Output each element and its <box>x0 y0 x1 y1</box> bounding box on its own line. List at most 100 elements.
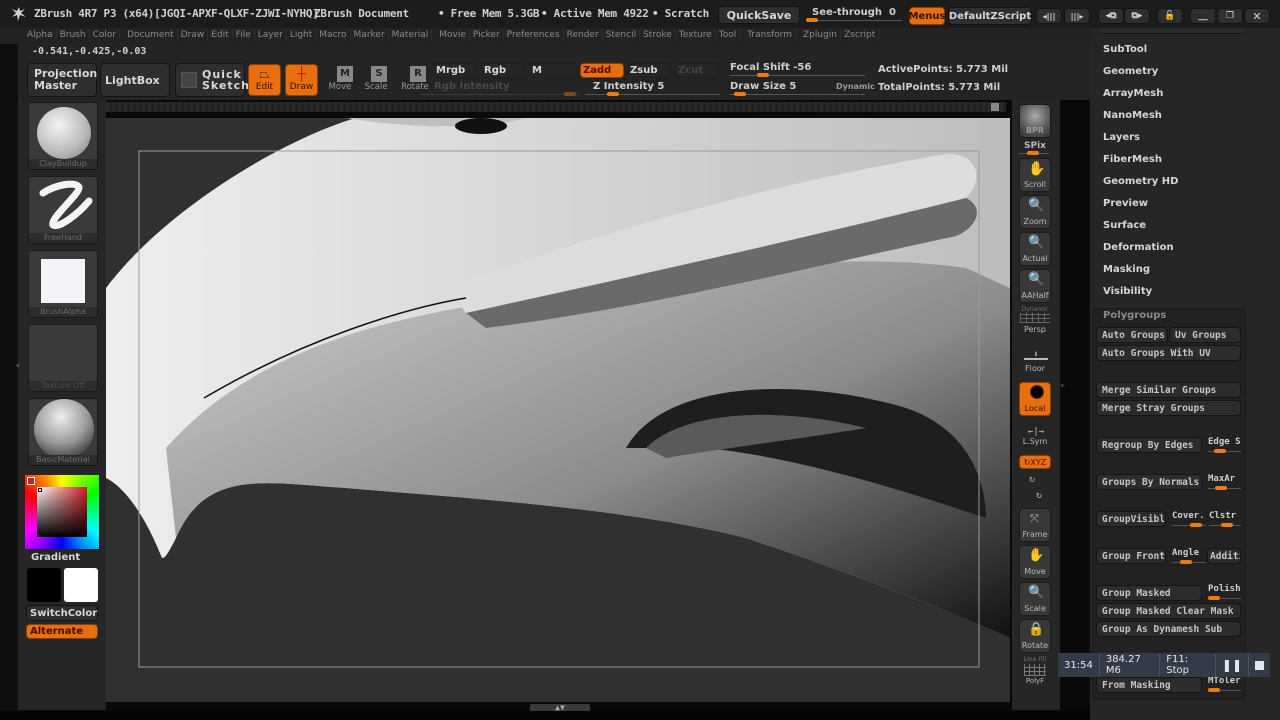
edge-slider-knob[interactable] <box>1214 449 1226 453</box>
menu-light[interactable]: Light <box>287 29 317 41</box>
tray-visibility[interactable]: Visibility <box>1103 286 1152 297</box>
group-front-button[interactable]: Group Front <box>1096 548 1166 564</box>
z-intensity-knob[interactable] <box>607 92 619 96</box>
tray-fibermesh[interactable]: FiberMesh <box>1103 154 1162 165</box>
left-tray-toggle-icon[interactable]: ◂ <box>14 360 20 371</box>
aahalf-button[interactable]: 🔍 AAHalf <box>1019 269 1051 303</box>
menu-zplugin[interactable]: Zplugin <box>800 29 842 41</box>
lock-icon[interactable]: 🔓 <box>1157 8 1183 24</box>
cluster-slider-knob[interactable] <box>1221 523 1233 527</box>
menus-button[interactable]: Menus <box>909 7 945 25</box>
group-masked-clear-mask-button[interactable]: Group Masked Clear Mask <box>1096 603 1241 619</box>
angle-slider-knob[interactable] <box>1180 560 1192 564</box>
lsym-button[interactable]: L.Sym <box>1015 437 1055 446</box>
alpha-selector[interactable]: BrushAlpha <box>28 250 98 318</box>
regroup-by-edges-button[interactable]: Regroup By Edges <box>1096 437 1202 453</box>
scroll-left-icon[interactable]: ◂||| <box>1036 8 1062 24</box>
tray-geometry[interactable]: Geometry <box>1103 66 1158 77</box>
menu-render[interactable]: Render <box>564 29 603 41</box>
scale-view-button[interactable]: 🔍 Scale <box>1019 582 1051 616</box>
auto-groups-button[interactable]: Auto Groups <box>1096 327 1168 343</box>
menu-document[interactable]: Document <box>124 29 178 41</box>
persp-button[interactable]: Persp <box>1015 325 1055 334</box>
main-color-swatch[interactable] <box>27 568 61 602</box>
maxar-slider[interactable]: MaxAr <box>1208 474 1241 492</box>
group-masked-button[interactable]: Group Masked <box>1096 585 1202 601</box>
tray-masking[interactable]: Masking <box>1103 264 1150 275</box>
pause-icon[interactable]: ❚❚ <box>1216 653 1249 677</box>
restore-icon[interactable]: ❐ <box>1217 8 1243 24</box>
menu-brush[interactable]: Brush <box>57 29 90 41</box>
menu-edit[interactable]: Edit <box>208 29 233 41</box>
menu-draw[interactable]: Draw <box>178 29 209 41</box>
edge-slider[interactable]: Edge S <box>1208 437 1241 455</box>
polygroups-title[interactable]: Polygroups <box>1103 310 1166 321</box>
from-masking-button[interactable]: From Masking <box>1096 677 1202 693</box>
scroll-right-icon[interactable]: |||▸ <box>1064 8 1090 24</box>
zadd-button[interactable]: Zadd <box>580 63 624 78</box>
m-button[interactable]: M <box>529 63 577 78</box>
frame-button[interactable]: ⤧ Frame <box>1019 508 1051 542</box>
zcut-button[interactable]: Zcut <box>675 63 719 78</box>
merge-stray-groups-button[interactable]: Merge Stray Groups <box>1096 400 1241 416</box>
zoom-button[interactable]: 🔍 Zoom <box>1019 195 1051 229</box>
draw-button[interactable]: ┼ Draw <box>285 64 318 96</box>
tray-surface[interactable]: Surface <box>1103 220 1146 231</box>
menu-tool[interactable]: Tool <box>716 29 741 41</box>
mrgb-button[interactable]: Mrgb <box>433 63 477 78</box>
group-visible-button[interactable]: GroupVisible <box>1096 511 1166 527</box>
material-selector[interactable]: BasicMaterial <box>28 398 98 466</box>
minimize-icon[interactable]: ⎽ <box>1190 8 1216 24</box>
secondary-color-swatch[interactable] <box>64 568 98 602</box>
rgb-intensity-slider[interactable] <box>420 92 580 96</box>
coverage-slider[interactable]: Cover. <box>1172 511 1206 529</box>
menu-layer[interactable]: Layer <box>255 29 287 41</box>
polish-slider[interactable]: Polish <box>1208 584 1241 602</box>
menu-color[interactable]: Color <box>90 29 121 41</box>
brush-selector[interactable]: ClayBuildup <box>28 102 98 170</box>
spix-slider[interactable] <box>1019 151 1049 155</box>
bpr-render-button[interactable]: BPR <box>1019 104 1051 138</box>
tray-deformation[interactable]: Deformation <box>1103 242 1174 253</box>
lightbox-button[interactable]: LightBox <box>100 63 170 97</box>
move-view-button[interactable]: ✋ Move <box>1019 545 1051 579</box>
tray-subtool[interactable]: SubTool <box>1103 44 1147 55</box>
layout-prev-icon[interactable]: ◂⧉ <box>1098 8 1124 24</box>
focal-shift-knob[interactable] <box>757 73 769 77</box>
line-fill-label[interactable]: Line Fill <box>1015 656 1055 663</box>
menu-movie[interactable]: Movie <box>436 29 470 41</box>
menu-texture[interactable]: Texture <box>676 29 716 41</box>
focal-shift-slider[interactable] <box>730 73 865 77</box>
scroll-button[interactable]: ✋ Scroll <box>1019 158 1051 192</box>
groups-by-normals-button[interactable]: Groups By Normals <box>1096 474 1202 490</box>
quicksave-button[interactable]: QuickSave <box>718 6 800 24</box>
menu-stencil[interactable]: Stencil <box>603 29 641 41</box>
auto-groups-with-uv-button[interactable]: Auto Groups With UV <box>1096 345 1241 361</box>
alternate-button[interactable]: Alternate <box>26 624 98 639</box>
draw-size-knob[interactable] <box>734 92 746 96</box>
color-picker[interactable] <box>25 475 99 549</box>
dynamic-toggle[interactable]: Dynamic <box>836 82 875 91</box>
quick-sketch-button[interactable]: Quick Sketch <box>175 63 249 97</box>
switch-color-button[interactable]: SwitchColor <box>26 605 98 621</box>
actual-button[interactable]: 🔍 Actual <box>1019 232 1051 266</box>
menu-macro[interactable]: Macro <box>316 29 351 41</box>
texture-selector[interactable]: Texture Off <box>28 324 98 392</box>
dynamic-persp-label[interactable]: Dynamic <box>1015 306 1055 313</box>
spix-knob[interactable] <box>1027 151 1039 155</box>
edit-button[interactable]: ⏢ Edit <box>248 64 281 96</box>
rgb-intensity-knob[interactable] <box>564 92 576 96</box>
floor-button[interactable]: Floor <box>1015 364 1055 373</box>
menu-stroke[interactable]: Stroke <box>640 29 676 41</box>
mtoler-slider[interactable]: MToler <box>1208 676 1241 694</box>
default-zscript-button[interactable]: DefaultZScript <box>948 7 1032 25</box>
tray-layers[interactable]: Layers <box>1103 132 1140 143</box>
z-intensity-slider[interactable] <box>585 92 720 96</box>
color-saturation-square[interactable] <box>37 487 87 537</box>
layout-next-icon[interactable]: ⧉▸ <box>1124 8 1150 24</box>
uv-groups-button[interactable]: Uv Groups <box>1169 327 1241 343</box>
rgb-button[interactable]: Rgb <box>481 63 525 78</box>
menu-alpha[interactable]: Alpha <box>24 29 57 41</box>
tray-geometry-hd[interactable]: Geometry HD <box>1103 176 1178 187</box>
maxar-slider-knob[interactable] <box>1215 486 1227 490</box>
